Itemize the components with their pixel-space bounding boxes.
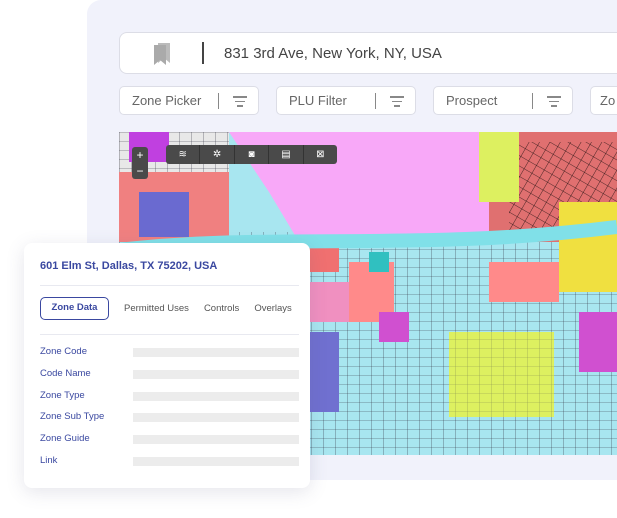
divider	[40, 285, 299, 286]
field-label: Zone Code	[40, 346, 88, 357]
grid-icon[interactable]: ⊠	[304, 145, 337, 164]
field-row: Code Name	[40, 368, 299, 380]
filter-label: Prospect	[446, 93, 498, 108]
field-label: Zone Type	[40, 390, 85, 401]
field-row: Zone Sub Type	[40, 411, 299, 423]
address-search[interactable]: 831 3rd Ave, New York, NY, USA	[119, 32, 617, 74]
layers-icon[interactable]: ≋	[166, 145, 201, 164]
filter-icon	[233, 96, 247, 110]
field-label: Zone Sub Type	[40, 411, 105, 422]
filter-icon	[547, 96, 561, 110]
camera-icon[interactable]: ◙	[235, 145, 270, 164]
filter-label: Zone Picker	[132, 93, 202, 108]
field-label[interactable]: Link	[40, 455, 57, 466]
zoom-in-button[interactable]: +	[132, 147, 148, 163]
field-label: Code Name	[40, 368, 91, 379]
card-address: 601 Elm St, Dallas, TX 75202, USA	[40, 260, 218, 272]
field-value-placeholder	[133, 435, 299, 444]
field-row: Zone Guide	[40, 433, 299, 445]
map-toolbar: ≋ ✲ ◙ ▤ ⊠	[166, 145, 337, 164]
card-tabs: Zone Data Permitted Uses Controls Overla…	[40, 297, 292, 320]
tab-zone-data[interactable]: Zone Data	[40, 297, 109, 320]
print-icon[interactable]: ▤	[269, 145, 304, 164]
search-input[interactable]: 831 3rd Ave, New York, NY, USA	[224, 45, 442, 62]
filter-label: Zo	[600, 93, 616, 108]
zoom-controls: + −	[132, 147, 148, 179]
tab-controls[interactable]: Controls	[204, 303, 239, 314]
field-row: Link	[40, 455, 299, 467]
zone-info-card: 601 Elm St, Dallas, TX 75202, USA Zone D…	[24, 243, 310, 488]
tab-overlays[interactable]: Overlays	[254, 303, 291, 314]
field-value-placeholder	[133, 348, 299, 357]
prospect-filter[interactable]: Prospect	[433, 86, 573, 115]
tab-permitted-uses[interactable]: Permitted Uses	[124, 303, 189, 314]
field-value-placeholder	[133, 413, 299, 422]
field-value-placeholder	[133, 392, 299, 401]
measure-icon[interactable]: ✲	[200, 145, 235, 164]
divider	[202, 42, 204, 64]
field-row: Zone Type	[40, 390, 299, 402]
field-label: Zone Guide	[40, 433, 90, 444]
zone-picker-filter[interactable]: Zone Picker	[119, 86, 259, 115]
plu-filter[interactable]: PLU Filter	[276, 86, 416, 115]
field-value-placeholder	[133, 370, 299, 379]
zone-filter[interactable]: Zo	[590, 86, 617, 115]
field-value-placeholder	[133, 457, 299, 466]
field-row: Zone Code	[40, 346, 299, 358]
filter-icon	[390, 96, 404, 110]
zoom-out-button[interactable]: −	[132, 163, 148, 179]
filter-label: PLU Filter	[289, 93, 347, 108]
divider	[40, 334, 299, 335]
bookmark-icon[interactable]	[152, 41, 174, 65]
